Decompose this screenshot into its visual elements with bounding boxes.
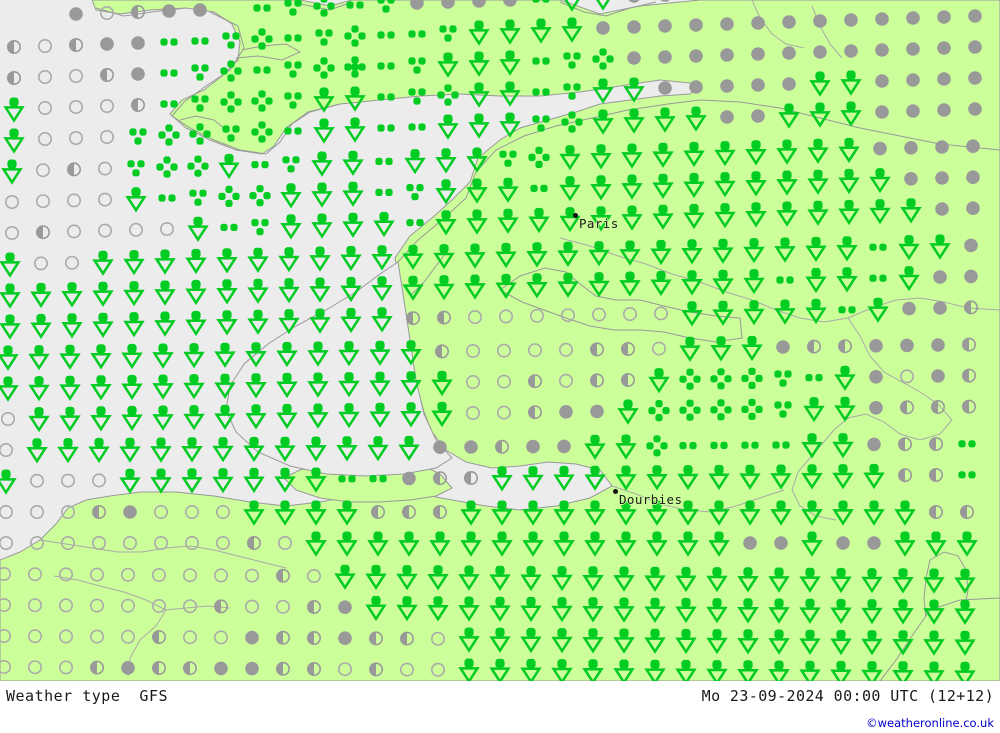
city-name-label: Dourbies [619, 492, 683, 507]
footer-bar: Weather type GFS Mo 23-09-2024 00:00 UTC… [0, 681, 1000, 733]
basemap-layer [0, 0, 1000, 681]
map-canvas[interactable]: Paris Dourbies [0, 0, 1000, 681]
weather-map-page: Paris Dourbies Weather type GFS Mo 23-09-… [0, 0, 1000, 733]
city-name-label: Paris [579, 216, 619, 231]
copyright-notice[interactable]: ©weatheronline.co.uk [866, 716, 994, 730]
forecast-timestamp: Mo 23-09-2024 00:00 UTC (12+12) [701, 687, 994, 705]
city-dot-icon [613, 489, 618, 494]
parameter-label: Weather type GFS [6, 687, 169, 705]
city-dot-icon [573, 213, 578, 218]
